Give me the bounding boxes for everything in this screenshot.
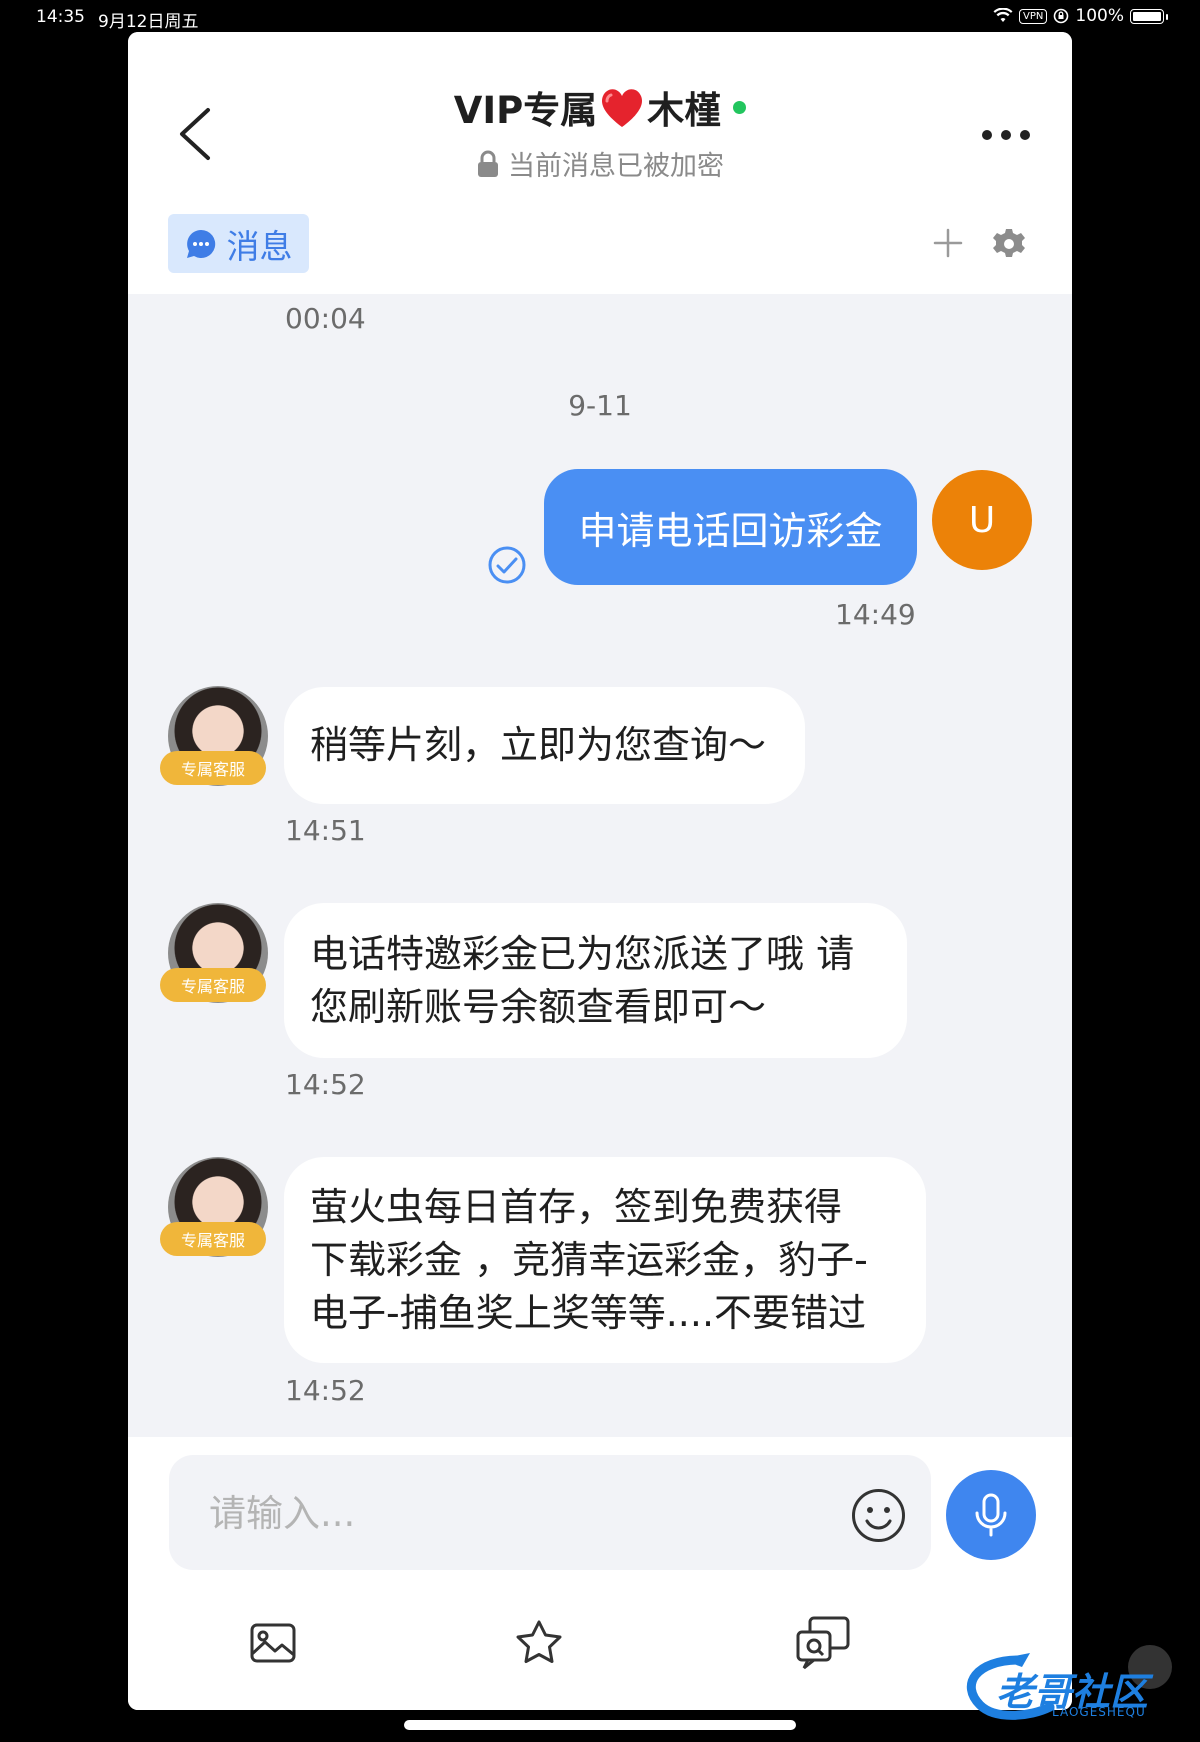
agent-avatar[interactable]: 专属客服 (160, 1157, 270, 1261)
message-time: 14:52 (285, 1068, 366, 1101)
agent-badge: 专属客服 (160, 1222, 266, 1256)
incoming-message[interactable]: 萤火虫每日首存，签到免费获得 下载彩金 ，竞猜幸运彩金，豹子- 电子-捕鱼奖上奖… (284, 1157, 926, 1363)
avatar[interactable]: U (932, 470, 1032, 570)
home-indicator[interactable] (404, 1720, 796, 1730)
message-time: 14:49 (835, 598, 916, 631)
agent-avatar[interactable]: 专属客服 (160, 686, 270, 790)
title-text: VIP专属 (453, 89, 598, 132)
status-right: VPN 100% (993, 6, 1168, 26)
date-divider: 9-11 (568, 389, 632, 422)
page-title: VIP专属 木槿 (454, 80, 747, 134)
outgoing-message[interactable]: 申请电话回访彩金 (544, 469, 917, 585)
mic-icon (975, 1493, 1007, 1537)
battery-icon (1130, 8, 1168, 24)
message-line: 电子-捕鱼奖上奖等等....不要错过 (310, 1290, 867, 1335)
vpn-badge: VPN (1019, 8, 1048, 24)
message-time: 00:04 (285, 302, 366, 335)
check-icon (488, 546, 526, 584)
watermark-logo: 老哥社区 LAOGESHEQU (960, 1645, 1190, 1725)
message-line: 您刷新账号余额查看即可～ (310, 984, 767, 1029)
more-icon[interactable] (982, 130, 1030, 140)
agent-badge: 专属客服 (160, 968, 266, 1002)
status-time: 14:35 (36, 7, 85, 27)
status-date: 9月12日周五 (98, 12, 199, 32)
message-input[interactable] (209, 1483, 769, 1543)
title-block: VIP专属 木槿 当前消息已被加密 (128, 80, 1072, 183)
agent-avatar[interactable]: 专属客服 (160, 903, 270, 1007)
agent-badge: 专属客服 (160, 751, 266, 785)
incoming-message[interactable]: 稍等片刻，立即为您查询～ (284, 687, 805, 804)
message-time: 14:52 (285, 1374, 366, 1407)
message-line: 稍等片刻，立即为您查询～ (310, 723, 767, 767)
incoming-message[interactable]: 电话特邀彩金已为您派送了哦 请 您刷新账号余额查看即可～ (284, 903, 907, 1058)
message-input-box[interactable] (169, 1455, 931, 1570)
chat-bubble-icon (186, 229, 215, 258)
encryption-notice: 当前消息已被加密 (476, 144, 724, 183)
message-line: 电话特邀彩金已为您派送了哦 请 (310, 931, 855, 976)
battery-percent: 100% (1075, 6, 1124, 26)
watermark-subtext: LAOGESHEQU (1052, 1705, 1146, 1719)
message-time: 14:51 (285, 814, 366, 847)
image-icon[interactable] (248, 1618, 298, 1668)
chat-header: VIP专属 木槿 当前消息已被加密 消息 (128, 32, 1072, 294)
wifi-icon (993, 8, 1013, 22)
online-status-dot (733, 100, 747, 114)
status-bar: 14:35 9月12日周五 VPN 100% (0, 0, 1200, 34)
message-line: 萤火虫每日首存，签到免费获得 (310, 1184, 843, 1229)
chat-window: VIP专属 木槿 当前消息已被加密 消息 00:04 9-11 申请电话回访彩金… (128, 32, 1072, 1710)
plus-icon[interactable] (932, 227, 964, 259)
gear-icon[interactable] (992, 227, 1026, 261)
emoji-icon[interactable] (850, 1487, 907, 1544)
quick-reply-icon[interactable] (794, 1614, 852, 1672)
heart-icon (602, 89, 643, 127)
orientation-lock-icon (1054, 8, 1069, 24)
star-icon[interactable] (514, 1618, 564, 1668)
voice-button[interactable] (946, 1470, 1036, 1560)
tab-messages[interactable]: 消息 (168, 214, 309, 273)
message-line: 下载彩金 ，竞猜幸运彩金，豹子- (310, 1237, 868, 1282)
tab-messages-label: 消息 (226, 226, 293, 266)
lock-icon (478, 150, 498, 177)
encryption-text: 当前消息已被加密 (508, 151, 724, 182)
title-name: 木槿 (647, 89, 722, 132)
